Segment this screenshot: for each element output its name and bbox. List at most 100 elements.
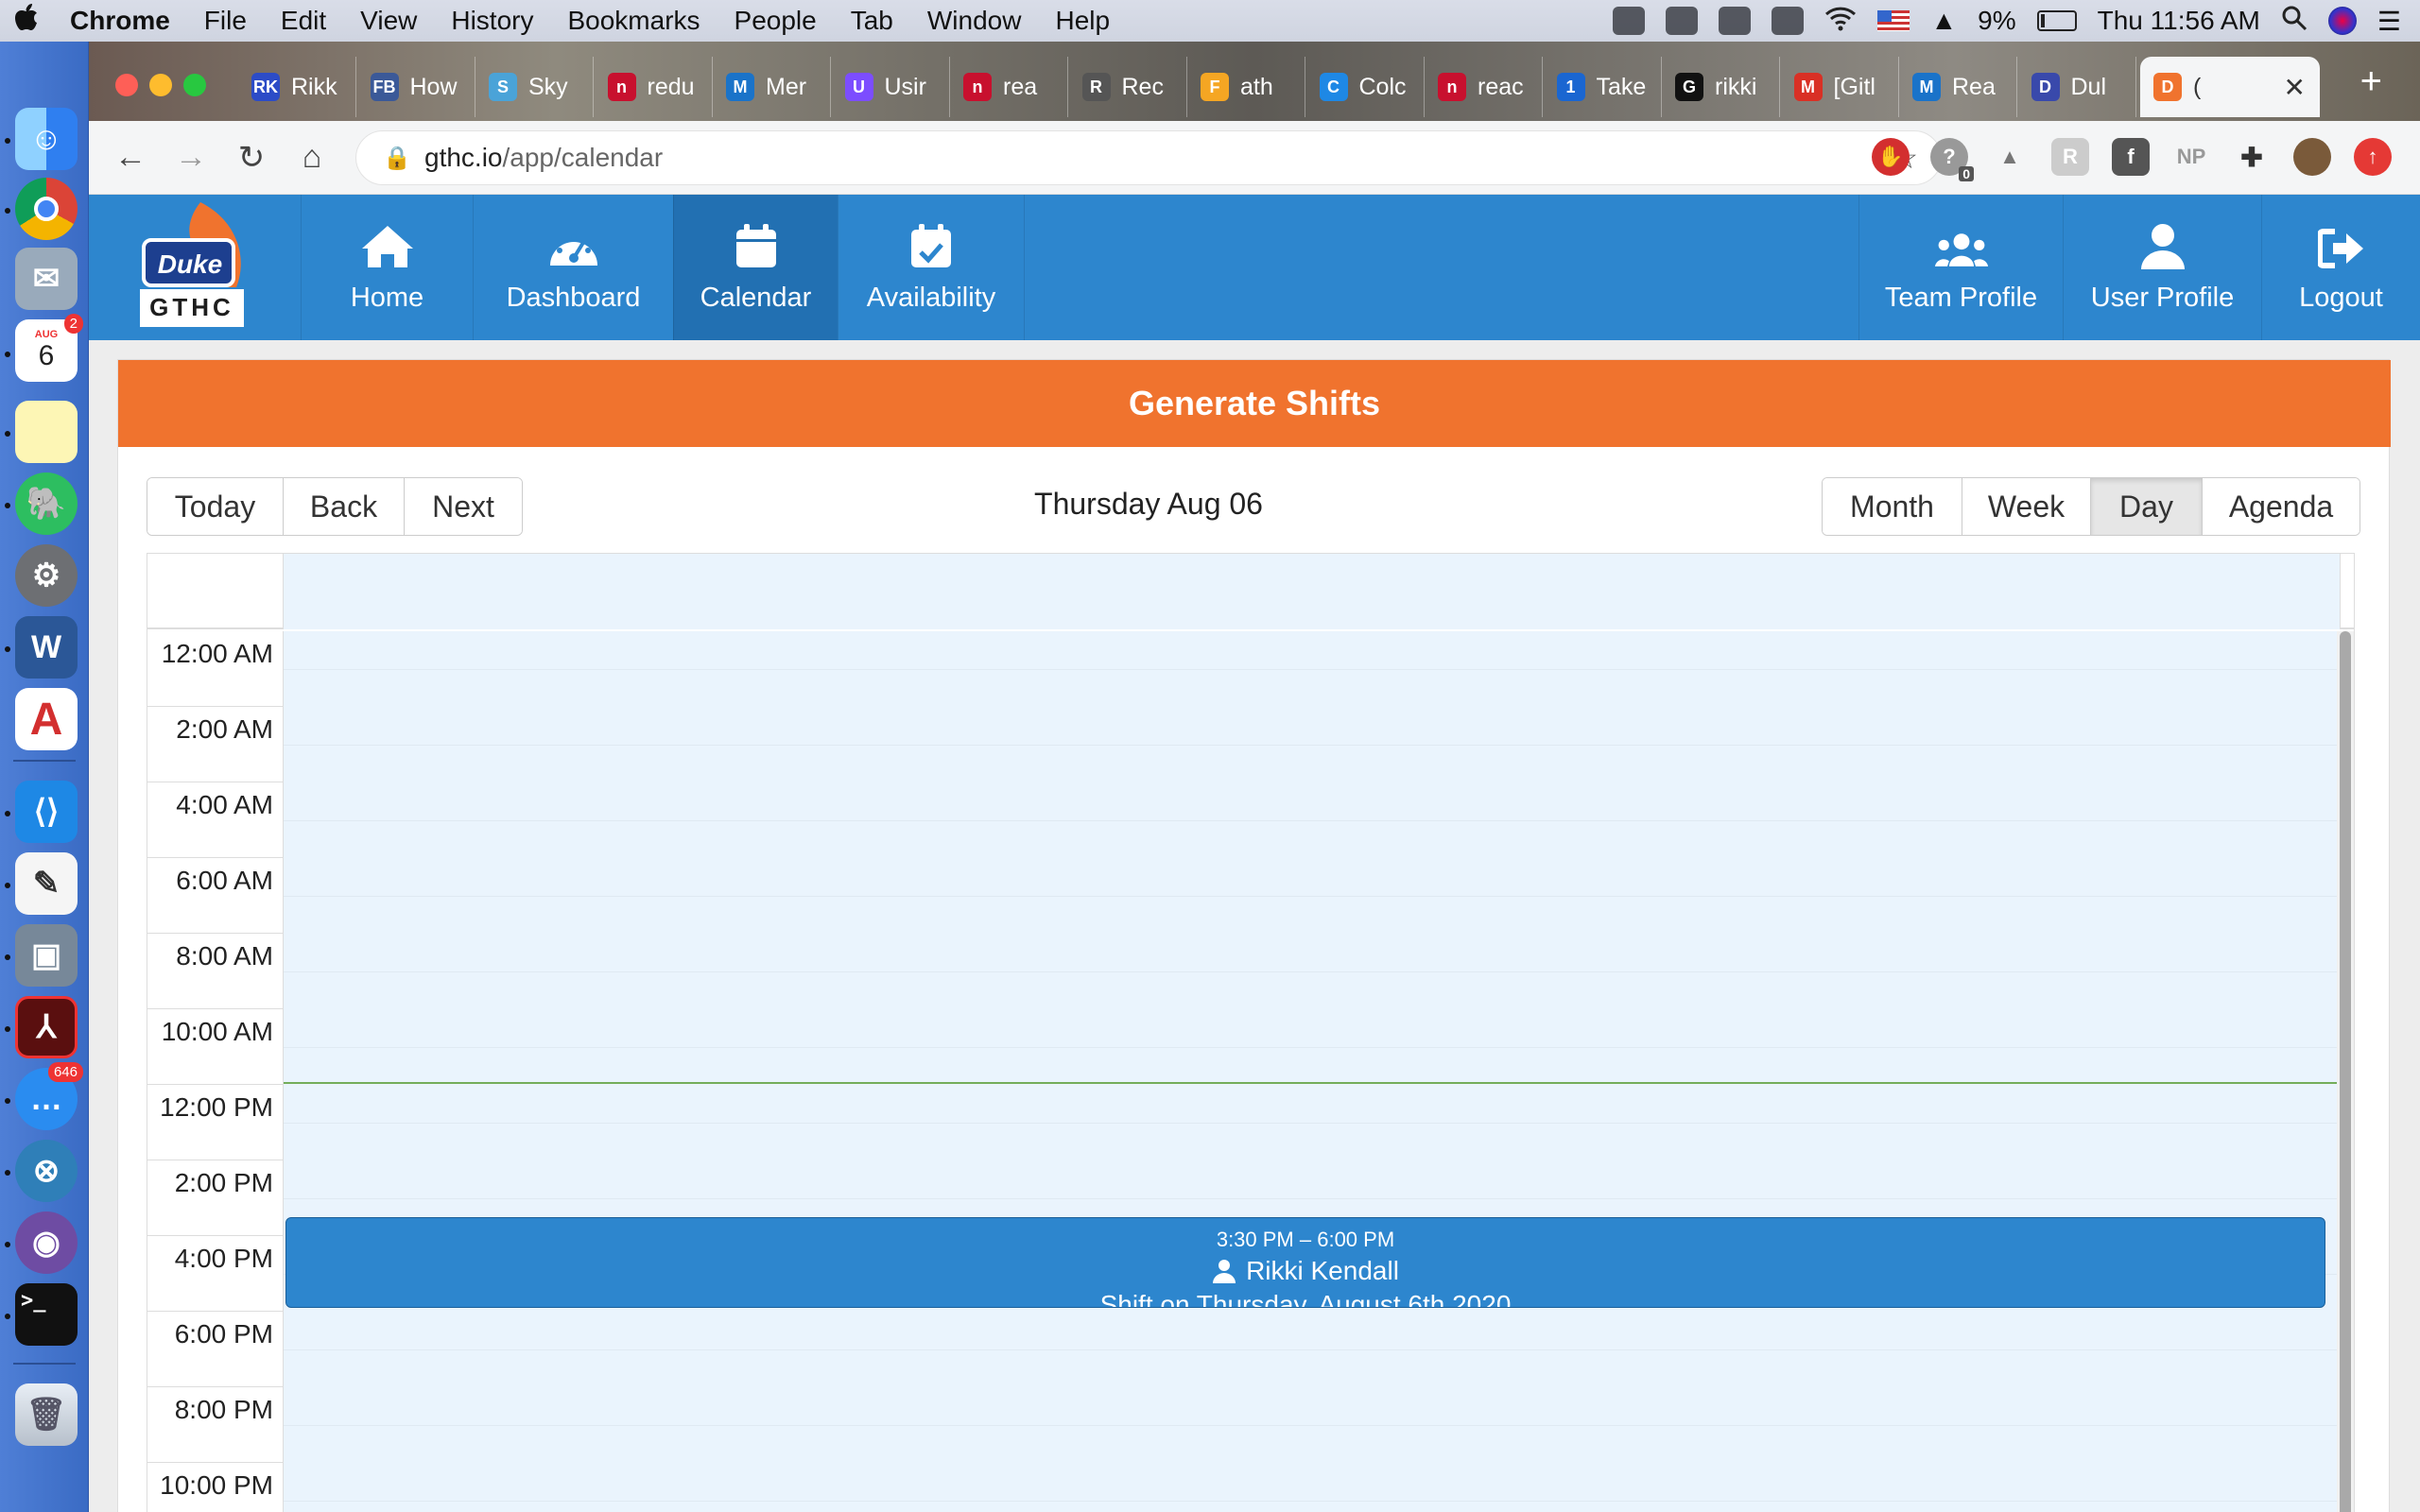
menu-help[interactable]: Help [1038,6,1127,36]
back-button[interactable]: Back [284,478,405,535]
battery-icon[interactable] [2036,10,2077,31]
close-window-button[interactable] [115,74,138,96]
evernote-icon[interactable]: 🐘 [15,472,78,535]
tab-0[interactable]: RK Rikk [238,57,356,117]
tab-1[interactable]: FB How [357,57,475,117]
tab-4[interactable]: M Mer [713,57,831,117]
shift-event[interactable]: 3:30 PM – 6:00 PM Rikki Kendall Shift on… [285,1217,2325,1308]
facebook-extension-icon[interactable]: f [2112,138,2150,176]
vscode-icon[interactable]: ⟨⟩ [15,781,78,843]
mail-icon[interactable]: ✉ [15,248,78,310]
menu-bookmarks[interactable]: Bookmarks [550,6,717,36]
autocad-icon[interactable]: A [15,688,78,750]
extensions-puzzle-icon[interactable]: ✚ [2233,138,2271,176]
preview-icon[interactable]: ▣ [15,924,78,987]
all-day-cell[interactable] [284,554,2341,629]
nav-logout[interactable]: Logout [2261,195,2420,340]
week-view-button[interactable]: Week [1962,478,2091,535]
menu-people[interactable]: People [717,6,834,36]
tab-6[interactable]: n rea [950,57,1068,117]
new-tab-button[interactable]: + [2360,60,2382,103]
siri-icon[interactable] [2327,7,2357,35]
generate-shifts-button[interactable]: Generate Shifts [118,360,2391,447]
menu-edit[interactable]: Edit [264,6,343,36]
network-app-icon[interactable]: ⊗ [15,1140,78,1202]
word-icon[interactable]: W [15,616,78,679]
tab-15[interactable]: D Dul [2018,57,2136,117]
tab-14[interactable]: M Rea [1899,57,2017,117]
home-button-icon[interactable]: ⌂ [282,139,342,176]
tab-11[interactable]: 1 Take [1544,57,1662,117]
notification-center-icon[interactable]: ☰ [2377,6,2401,37]
tab-8[interactable]: Fath [1187,57,1305,117]
notes-icon[interactable] [15,401,78,463]
evernote-status-icon[interactable] [1666,7,1699,35]
next-button[interactable]: Next [405,478,522,535]
finder-icon[interactable]: ☺ [15,108,78,170]
reload-icon[interactable]: ↻ [221,139,282,177]
unknown-extension-icon[interactable]: ? 0 [1930,138,1974,181]
update-icon[interactable]: ↑ [2354,138,2392,176]
tab-9[interactable]: C Colc [1306,57,1425,117]
apple-icon[interactable] [0,3,53,39]
address-bar[interactable]: 🔒 gthc.io/app/calendar ☆ [355,130,1942,185]
grid-scrollbar[interactable] [2337,631,2354,1512]
minimize-window-button[interactable] [149,74,172,96]
clock[interactable]: Thu 11:56 AM [2098,6,2260,36]
google-drive-extension-icon[interactable]: ▲ [1991,138,2029,176]
docker-status-icon[interactable] [1719,7,1752,35]
github-desktop-icon[interactable]: ◉ [15,1211,78,1274]
menu-view[interactable]: View [343,6,434,36]
battery-percent[interactable]: 9% [1978,6,2015,36]
extension-r-icon[interactable]: R [2051,138,2089,176]
time-slot-cell[interactable] [284,631,2341,707]
tab-3[interactable]: n redu [595,57,713,117]
tab-12[interactable]: Grikki [1662,57,1780,117]
sync-status-icon[interactable] [1772,7,1805,35]
messages-icon[interactable]: … 646 [15,1062,83,1130]
time-slot-cell[interactable] [284,782,2341,858]
time-slot-cell[interactable] [284,1387,2341,1463]
wifi-icon[interactable] [1824,5,1857,38]
menu-tab[interactable]: Tab [834,6,910,36]
agenda-view-button[interactable]: Agenda [2203,478,2360,535]
status-icon[interactable] [1613,7,1646,35]
month-view-button[interactable]: Month [1823,478,1962,535]
nav-dashboard[interactable]: Dashboard [473,195,673,340]
grid-scrollbar-thumb[interactable] [2340,631,2351,1512]
time-slot-cell[interactable] [284,707,2341,782]
textedit-icon[interactable]: ✎ [15,852,78,915]
calendar-app-icon[interactable]: AUG 6 2 [15,314,83,382]
acrobat-icon[interactable]: ⅄ [15,996,78,1058]
duke-gthc-logo[interactable]: Duke GTHC [134,202,253,335]
time-slot-cell[interactable] [284,934,2341,1009]
time-slot-cell[interactable] [284,858,2341,934]
chrome-icon[interactable] [15,178,78,240]
tab-13[interactable]: M [Gitl [1781,57,1899,117]
day-view-button[interactable]: Day [2091,478,2203,535]
adblock-extension-icon[interactable]: ✋ [1872,138,1910,176]
forward-arrow-icon[interactable]: → [161,139,221,176]
trash-icon[interactable]: 🗑 [15,1383,78,1446]
tab-2[interactable]: S Sky [475,57,594,117]
time-slot-cell[interactable] [284,1085,2341,1160]
menu-history[interactable]: History [434,6,550,36]
tab-active[interactable]: D ( ✕ [2140,57,2320,117]
nav-home[interactable]: Home [301,195,473,340]
system-preferences-icon[interactable]: ⚙ [15,544,78,607]
zoom-window-button[interactable] [183,74,206,96]
close-tab-icon[interactable]: ✕ [2284,72,2306,103]
time-slot-cell[interactable] [284,1463,2341,1512]
terminal-icon[interactable]: >_ [15,1283,78,1346]
today-button[interactable]: Today [147,478,284,535]
tab-10[interactable]: n reac [1425,57,1543,117]
nav-calendar[interactable]: Calendar [673,195,838,340]
menu-chrome[interactable]: Chrome [53,6,187,36]
nav-user-profile[interactable]: User Profile [2063,195,2261,340]
spotlight-search-icon[interactable] [2281,5,2308,38]
tab-5[interactable]: U Usir [832,57,950,117]
back-arrow-icon[interactable]: ← [100,139,161,176]
menu-file[interactable]: File [187,6,264,36]
eject-icon[interactable]: ▲ [1930,6,1957,36]
np-extension-icon[interactable]: NP [2172,138,2210,176]
